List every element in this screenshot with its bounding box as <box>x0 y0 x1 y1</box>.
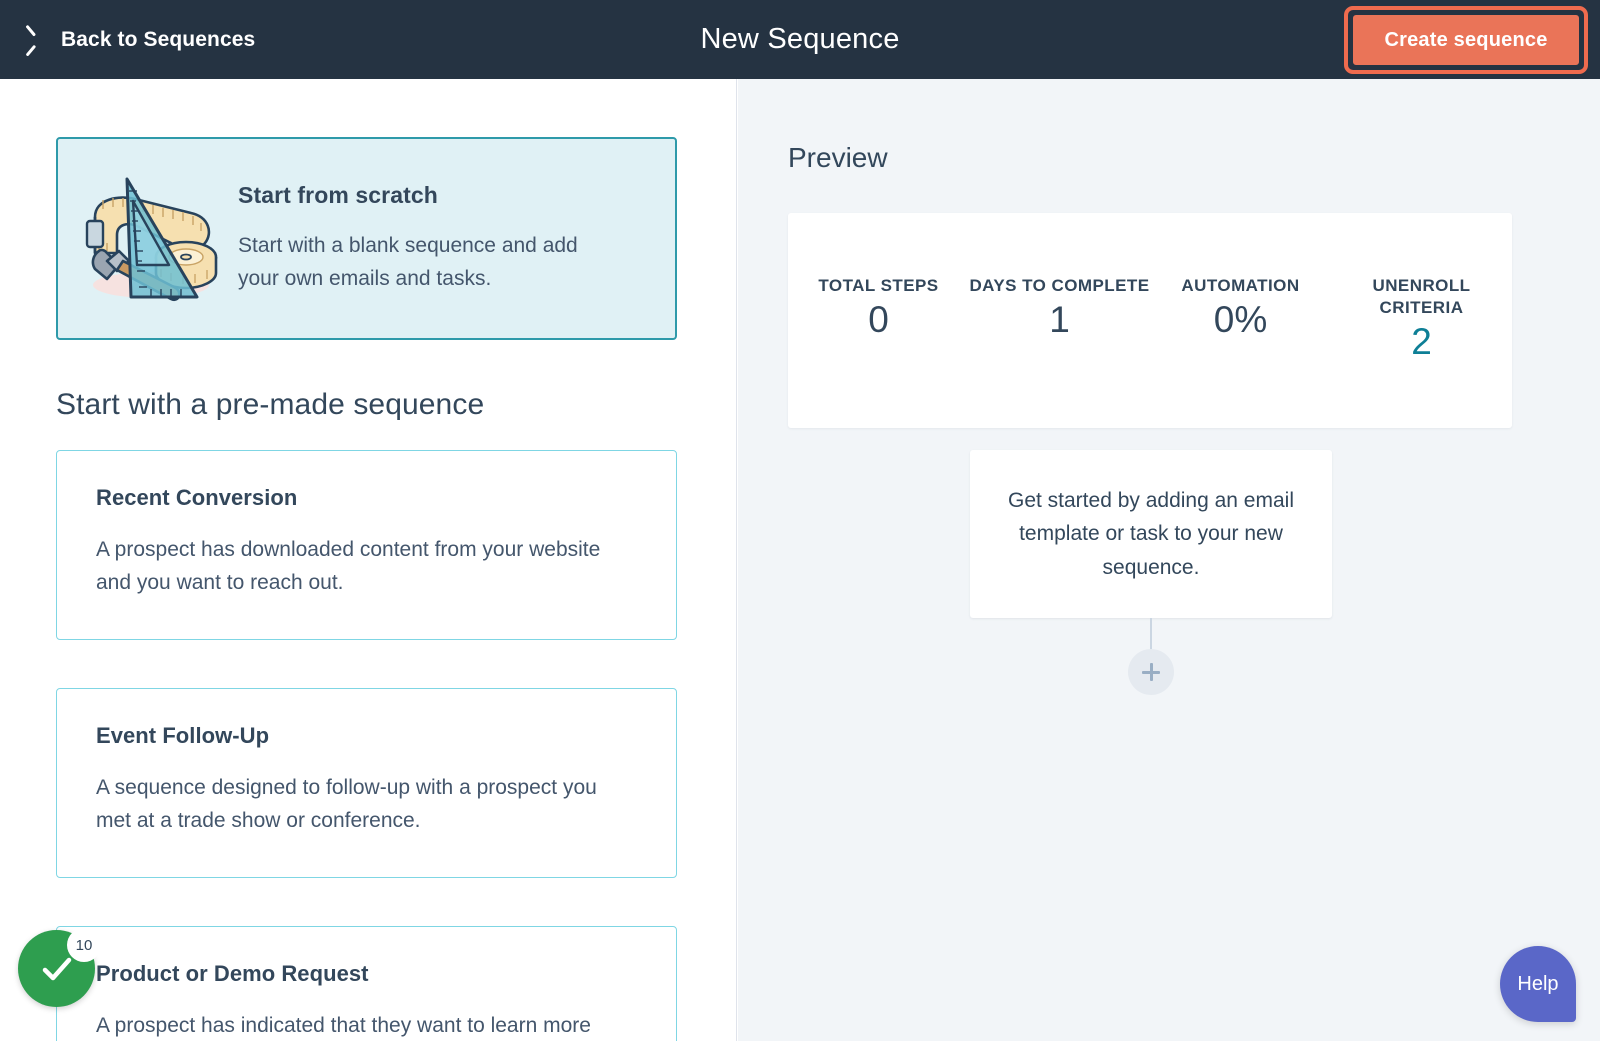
premade-sequence-title: Event Follow-Up <box>96 723 270 749</box>
stat-label: TOTAL STEPS <box>818 276 939 295</box>
premade-sequence-list: Recent Conversion A prospect has downloa… <box>56 450 677 1041</box>
premade-sequence-card[interactable]: Recent Conversion A prospect has downloa… <box>56 450 677 641</box>
stat-value: 1 <box>1049 299 1070 341</box>
stat-unenroll-criteria: UNENROLL CRITERIA 2 <box>1331 213 1512 363</box>
premade-section-heading: Start with a pre-made sequence <box>56 388 485 421</box>
premade-sequence-description: A sequence designed to follow-up with a … <box>96 776 597 832</box>
add-step-button[interactable] <box>1128 649 1174 695</box>
create-sequence-button[interactable]: Create sequence <box>1351 13 1581 67</box>
premade-sequence-description: A prospect has indicated that they want … <box>96 1014 591 1038</box>
stat-label: UNENROLL CRITERIA <box>1372 276 1471 318</box>
start-from-scratch-title: Start from scratch <box>238 181 438 208</box>
help-button[interactable]: Help <box>1500 946 1576 1022</box>
start-from-scratch-text: Start from scratch Start with a blank se… <box>238 182 658 295</box>
stat-label: AUTOMATION <box>1181 276 1300 295</box>
preview-heading: Preview <box>788 142 888 173</box>
premade-sequence-card[interactable]: Event Follow-Up A sequence designed to f… <box>56 688 677 879</box>
stat-days-to-complete: DAYS TO COMPLETE 1 <box>969 213 1150 341</box>
sequence-empty-state-text: Get started by adding an email template … <box>1007 488 1294 579</box>
stat-value: 0% <box>1213 299 1268 341</box>
action-count-badge: 10 <box>67 928 101 962</box>
sequence-empty-state-card: Get started by adding an email template … <box>970 450 1332 618</box>
stat-total-steps: TOTAL STEPS 0 <box>788 213 969 341</box>
premade-sequence-title: Product or Demo Request <box>96 961 369 987</box>
premade-sequence-description: A prospect has downloaded content from y… <box>96 538 601 594</box>
back-to-sequences-link[interactable]: Back to Sequences <box>32 0 255 79</box>
premade-sequence-title: Recent Conversion <box>96 485 298 510</box>
premade-sequence-card[interactable]: Product or Demo Request A prospect has i… <box>56 926 677 1041</box>
preview-panel: Preview TOTAL STEPS 0 DAYS TO COMPLETE 1… <box>738 79 1600 1041</box>
app-root: Back to Sequences New Sequence Create se… <box>0 0 1600 1041</box>
plus-icon <box>1141 662 1161 682</box>
create-sequence-highlight-ring: Create sequence <box>1344 6 1588 74</box>
back-to-sequences-label: Back to Sequences <box>61 27 256 51</box>
top-bar: Back to Sequences New Sequence Create se… <box>0 0 1600 79</box>
chevron-left-icon <box>32 29 46 51</box>
sequence-stats-card: TOTAL STEPS 0 DAYS TO COMPLETE 1 AUTOMAT… <box>788 213 1512 428</box>
stat-value[interactable]: 2 <box>1331 321 1512 363</box>
toolkit-illustration-icon <box>58 169 238 309</box>
start-from-scratch-card[interactable]: Start from scratch Start with a blank se… <box>56 137 677 340</box>
stat-automation: AUTOMATION 0% <box>1150 213 1331 341</box>
start-from-scratch-description: Start with a blank sequence and add your… <box>238 233 578 290</box>
stat-label: DAYS TO COMPLETE <box>969 276 1150 295</box>
stat-value: 0 <box>868 299 889 341</box>
left-panel: Start from scratch Start with a blank se… <box>0 79 737 1041</box>
